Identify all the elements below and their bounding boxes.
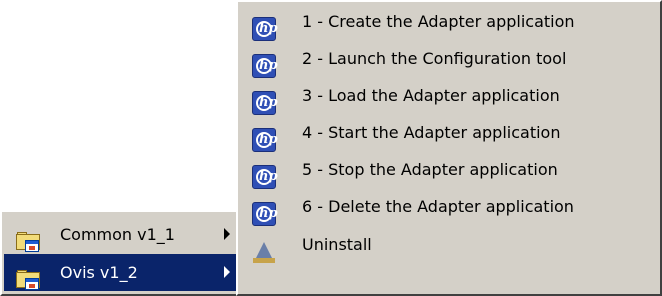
- menu-item-launch-configuration[interactable]: hp 2 - Launch the Configuration tool: [240, 40, 658, 78]
- hp-logo-icon: hp: [252, 164, 278, 189]
- hp-logo-icon: hp: [252, 90, 278, 115]
- menu-item-delete-adapter[interactable]: hp 6 - Delete the Adapter application: [240, 188, 658, 226]
- menu-item-load-adapter[interactable]: hp 3 - Load the Adapter application: [240, 77, 658, 115]
- menu-item-label: 3 - Load the Adapter application: [302, 86, 560, 105]
- menu-item-uninstall[interactable]: Uninstall: [240, 226, 658, 263]
- menu-item-label: Uninstall: [302, 235, 372, 254]
- program-group-folder-icon: [16, 269, 42, 290]
- hp-logo-icon: hp: [252, 16, 278, 41]
- menu-item-label: Ovis v1_2: [60, 263, 138, 282]
- menu-item-create-adapter[interactable]: hp 1 - Create the Adapter application: [240, 3, 658, 41]
- submenu-arrow-icon: [224, 266, 230, 278]
- ovis-submenu: hp 1 - Create the Adapter application hp…: [236, 0, 662, 296]
- menu-item-label: 6 - Delete the Adapter application: [302, 197, 574, 216]
- hp-logo-icon: hp: [252, 53, 278, 78]
- menu-item-ovis-v1-2[interactable]: Ovis v1_2: [4, 254, 240, 291]
- menu-item-label: 4 - Start the Adapter application: [302, 123, 561, 142]
- menu-item-label: 5 - Stop the Adapter application: [302, 160, 558, 179]
- hp-logo-icon: hp: [252, 201, 278, 226]
- menu-item-label: 1 - Create the Adapter application: [302, 12, 575, 31]
- program-group-folder-icon: [16, 231, 42, 252]
- menu-item-label: Common v1_1: [60, 225, 175, 244]
- submenu-arrow-icon: [224, 228, 230, 240]
- menu-item-start-adapter[interactable]: hp 4 - Start the Adapter application: [240, 114, 658, 152]
- hp-logo-icon: hp: [252, 127, 278, 152]
- menu-item-common-v1-1[interactable]: Common v1_1: [4, 216, 240, 253]
- uninstall-icon: [252, 240, 276, 264]
- menu-item-label: 2 - Launch the Configuration tool: [302, 49, 567, 68]
- programs-submenu: Common v1_1 Ovis v1_2: [0, 210, 244, 296]
- menu-item-stop-adapter[interactable]: hp 5 - Stop the Adapter application: [240, 151, 658, 189]
